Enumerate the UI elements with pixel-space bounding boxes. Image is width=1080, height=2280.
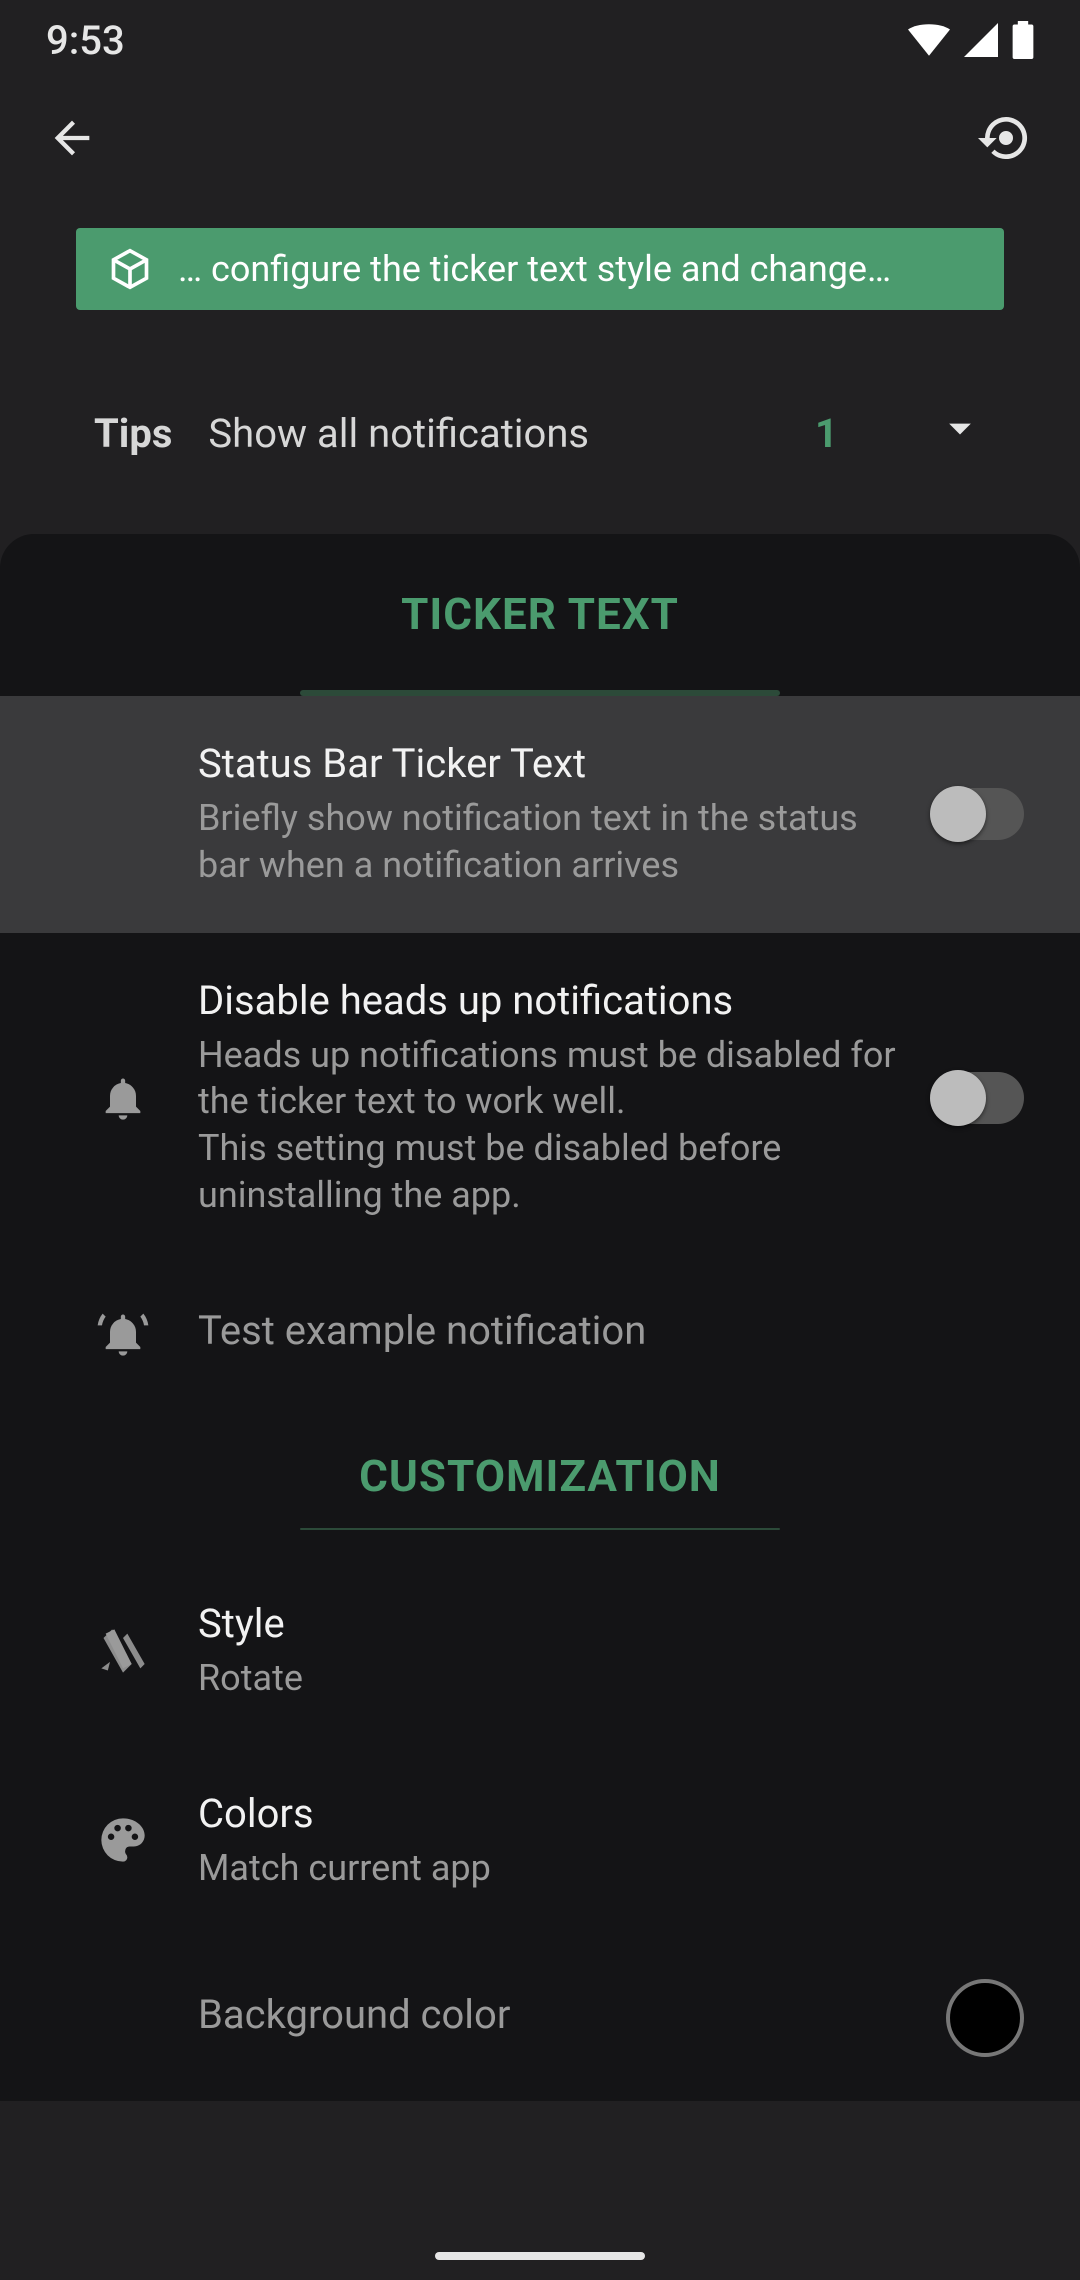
wifi-icon bbox=[908, 23, 950, 57]
row-title: Test example notification bbox=[198, 1307, 992, 1354]
row-colors[interactable]: Colors Match current app bbox=[0, 1746, 1080, 1936]
chevron-down-icon bbox=[934, 402, 986, 454]
tips-text: Show all notifications bbox=[208, 410, 779, 457]
row-title: Style bbox=[198, 1600, 992, 1647]
clock: 9:53 bbox=[46, 17, 125, 64]
back-button[interactable] bbox=[46, 112, 98, 168]
nav-gesture-handle[interactable] bbox=[435, 2252, 645, 2260]
bell-ring-icon bbox=[97, 1308, 149, 1360]
section-customization: CUSTOMIZATION bbox=[0, 1406, 1080, 1556]
row-subtitle: Briefly show notification text in the st… bbox=[198, 795, 900, 889]
switch-knob bbox=[930, 1070, 986, 1126]
app-top-bar bbox=[0, 80, 1080, 200]
restore-button[interactable] bbox=[978, 110, 1034, 170]
settings-card: TICKER TEXT Status Bar Ticker Text Brief… bbox=[0, 534, 1080, 2101]
row-title: Background color bbox=[198, 1991, 914, 2038]
toggle-heads-up[interactable] bbox=[932, 1072, 1024, 1124]
backup-restore-icon bbox=[978, 110, 1034, 166]
arrow-back-icon bbox=[46, 112, 98, 164]
row-background-color[interactable]: Background color bbox=[0, 1935, 1080, 2101]
android-status-bar: 9:53 bbox=[0, 0, 1080, 80]
tips-count: 1 bbox=[815, 410, 838, 457]
tab-header[interactable]: TICKER TEXT bbox=[0, 534, 1080, 694]
status-icons bbox=[908, 21, 1034, 59]
row-status-bar-ticker[interactable]: Status Bar Ticker Text Briefly show noti… bbox=[0, 696, 1080, 933]
background-color-swatch[interactable] bbox=[946, 1979, 1024, 2057]
notification-banner-wrap: … configure the ticker text style and ch… bbox=[0, 200, 1080, 338]
notification-banner[interactable]: … configure the ticker text style and ch… bbox=[76, 228, 1004, 310]
tips-row[interactable]: Tips Show all notifications 1 bbox=[0, 338, 1080, 528]
row-style[interactable]: Style Rotate bbox=[0, 1556, 1080, 1746]
row-test-notification[interactable]: Test example notification bbox=[0, 1263, 1080, 1406]
toggle-status-ticker[interactable] bbox=[932, 788, 1024, 840]
section-rule bbox=[300, 1528, 780, 1530]
app-logo-icon bbox=[108, 247, 152, 291]
battery-icon bbox=[1012, 21, 1034, 59]
row-disable-heads-up[interactable]: Disable heads up notifications Heads up … bbox=[0, 933, 1080, 1263]
switch-knob bbox=[930, 786, 986, 842]
bell-icon bbox=[97, 1072, 149, 1124]
tips-label: Tips bbox=[94, 410, 172, 457]
row-title: Disable heads up notifications bbox=[198, 977, 900, 1024]
row-subtitle: Rotate bbox=[198, 1655, 992, 1702]
banner-text: … configure the ticker text style and ch… bbox=[178, 248, 972, 290]
tab-ticker-text: TICKER TEXT bbox=[401, 588, 679, 640]
style-icon bbox=[97, 1625, 149, 1677]
expand-button[interactable] bbox=[934, 402, 986, 464]
signal-icon bbox=[964, 23, 998, 57]
row-subtitle: Match current app bbox=[198, 1845, 992, 1892]
section-label: CUSTOMIZATION bbox=[359, 1450, 721, 1502]
row-subtitle: Heads up notifications must be disabled … bbox=[198, 1032, 900, 1219]
row-title: Colors bbox=[198, 1790, 992, 1837]
palette-icon bbox=[97, 1814, 149, 1866]
row-title: Status Bar Ticker Text bbox=[198, 740, 900, 787]
